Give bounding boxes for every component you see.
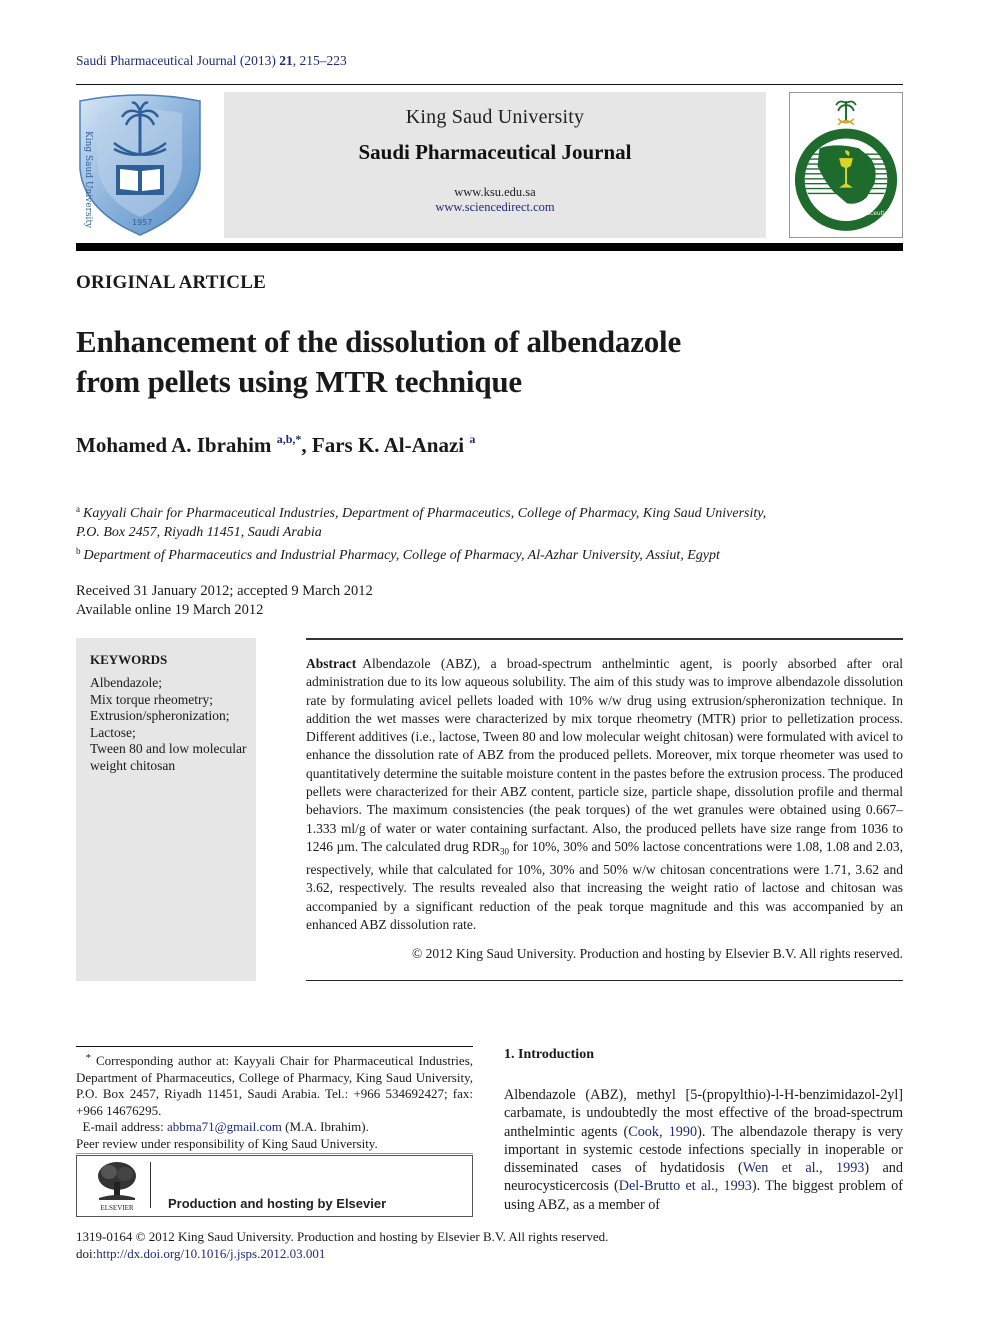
elsevier-tree-logo-icon: ELSEVIER <box>98 1162 136 1212</box>
keyword-item: Extrusion/spheronization; <box>90 708 230 723</box>
journal-name: Saudi Pharmaceutical Journal <box>358 140 632 164</box>
doi-line: doi:http://dx.doi.org/10.1016/j.jsps.201… <box>76 1245 608 1262</box>
article-title: Enhancement of the dissolution of albend… <box>76 322 836 402</box>
affiliation-b: b Department of Pharmaceutics and Industr… <box>76 542 916 565</box>
saudi-pharmaceutical-society-logo: Saudi Pharmaceutical Society <box>789 92 917 238</box>
citation-link[interactable]: Cook, 1990 <box>628 1124 697 1140</box>
footnote-rule <box>76 1046 473 1047</box>
peer-review-rule <box>76 1153 473 1154</box>
affiliation-text: Kayyali Chair for Pharmaceutical Industr… <box>83 506 767 521</box>
email-link[interactable]: abbma71@gmail.com <box>167 1119 282 1134</box>
abstract-subscript: 30 <box>499 846 509 857</box>
corresponding-author-footnote: * Corresponding author at: Kayyali Chair… <box>76 1050 473 1136</box>
abstract-label: Abstract <box>306 656 357 671</box>
university-name: King Saud University <box>405 106 585 128</box>
available-online-date: Available online 19 March 2012 <box>76 602 264 618</box>
issn-copyright-line: 1319-0164 © 2012 King Saud University. P… <box>76 1229 609 1244</box>
page-range: , 215–223 <box>292 53 347 68</box>
top-rule <box>76 84 903 85</box>
author-name: Mohamed A. Ibrahim <box>76 433 272 457</box>
article-dates: Received 31 January 2012; accepted 9 Mar… <box>76 582 373 620</box>
affiliation-mark: a <box>76 504 80 514</box>
affiliation-a: a Kayyali Chair for Pharmaceutical Indust… <box>76 500 916 523</box>
elsevier-hosting-text: Production and hosting by Elsevier <box>168 1196 387 1211</box>
saudi-pharmaceutical-society-emblem-icon: Saudi Pharmaceutical Society <box>794 100 917 231</box>
abstract-bottom-rule <box>306 980 903 981</box>
received-accepted-date: Received 31 January 2012; accepted 9 Mar… <box>76 583 373 599</box>
elsevier-divider <box>150 1162 151 1208</box>
email-line: E-mail address: abbma71@gmail.com (M.A. … <box>76 1119 473 1136</box>
footnote-mark: * <box>85 1052 92 1064</box>
svg-text:King Saud University: King Saud University <box>83 131 93 229</box>
masthead-banner: King Saud University Saudi Pharmaceutica… <box>224 92 766 238</box>
doi-label: doi: <box>76 1246 97 1261</box>
masthead-bottom-band <box>76 243 903 251</box>
author-affiliation-marks[interactable]: a,b,* <box>277 432 302 446</box>
citation-link[interactable]: Del-Brutto et al., 1993 <box>619 1178 752 1194</box>
volume-number: 21 <box>279 53 293 68</box>
abstract-top-rule <box>306 638 903 640</box>
corresponding-address: Corresponding author at: Kayyali Chair f… <box>76 1053 474 1118</box>
corresponding-author-text: * Corresponding author at: Kayyali Chair… <box>76 1050 473 1119</box>
affiliation-a-cont: P.O. Box 2457, Riyadh 11451, Saudi Arabi… <box>76 525 322 540</box>
email-suffix: (M.A. Ibrahim). <box>281 1119 369 1134</box>
affiliation-mark: b <box>76 546 81 556</box>
introduction-paragraph: Albendazole (ABZ), methyl [5-(propylthio… <box>504 1086 903 1214</box>
sciencedirect-link[interactable]: www.sciencedirect.com <box>435 200 554 214</box>
affiliation-text: Department of Pharmaceutics and Industri… <box>83 548 720 563</box>
email-label: E-mail address: <box>82 1119 167 1134</box>
keywords-heading: KEYWORDS <box>90 652 168 667</box>
keyword-item: Albendazole; <box>90 675 162 690</box>
king-saud-university-logo-icon: King Saud University 1957 <box>79 94 201 236</box>
section-heading-introduction: 1. Introduction <box>504 1047 594 1062</box>
author-affiliation-marks[interactable]: a <box>469 432 475 446</box>
elsevier-logo-label: ELSEVIER <box>100 1204 133 1212</box>
abstract-text: Albendazole (ABZ), a broad-spectrum anth… <box>306 656 903 854</box>
abstract: Abstract Albendazole (ABZ), a broad-spect… <box>306 655 903 934</box>
keyword-item: Mix torque rheometry; <box>90 691 213 707</box>
title-line-1: Enhancement of the dissolution of albend… <box>76 324 682 359</box>
author-separator: , <box>301 433 312 457</box>
affiliations: a Kayyali Chair for Pharmaceutical Indust… <box>76 500 916 565</box>
citation-link[interactable]: Wen et al., 1993 <box>743 1160 865 1176</box>
elsevier-hosting-box: ELSEVIER Production and hosting by Elsev… <box>76 1155 473 1217</box>
author-name: Fars K. Al-Anazi <box>311 433 465 457</box>
keyword-item: Tween 80 and low molecular weight chitos… <box>90 741 247 773</box>
doi-link[interactable]: http://dx.doi.org/10.1016/j.jsps.2012.03… <box>96 1246 325 1261</box>
journal-citation: Saudi Pharmaceutical Journal (2013) <box>76 53 276 68</box>
author-list: Mohamed A. Ibrahim a,b,*, Fars K. Al-Ana… <box>76 432 475 458</box>
running-head: Saudi Pharmaceutical Journal (2013) 21, … <box>76 53 347 69</box>
masthead: King Saud University 1957 King Saud Univ… <box>76 91 917 241</box>
keyword-item: Lactose; <box>90 724 136 740</box>
title-line-2: from pellets using MTR technique <box>76 364 522 399</box>
ksu-url: www.ksu.edu.sa <box>454 185 536 199</box>
svg-text:Saudi Pharmaceutical Society: Saudi Pharmaceutical Society <box>829 211 902 217</box>
svg-text:1957: 1957 <box>132 218 152 227</box>
peer-review-note: Peer review under responsibility of King… <box>76 1136 378 1151</box>
page-footer: 1319-0164 © 2012 King Saud University. P… <box>76 1228 608 1262</box>
abstract-copyright: © 2012 King Saud University. Production … <box>412 946 903 961</box>
keywords-panel: KEYWORDS Albendazole; Mix torque rheomet… <box>76 638 256 981</box>
article-type: ORIGINAL ARTICLE <box>76 272 266 293</box>
